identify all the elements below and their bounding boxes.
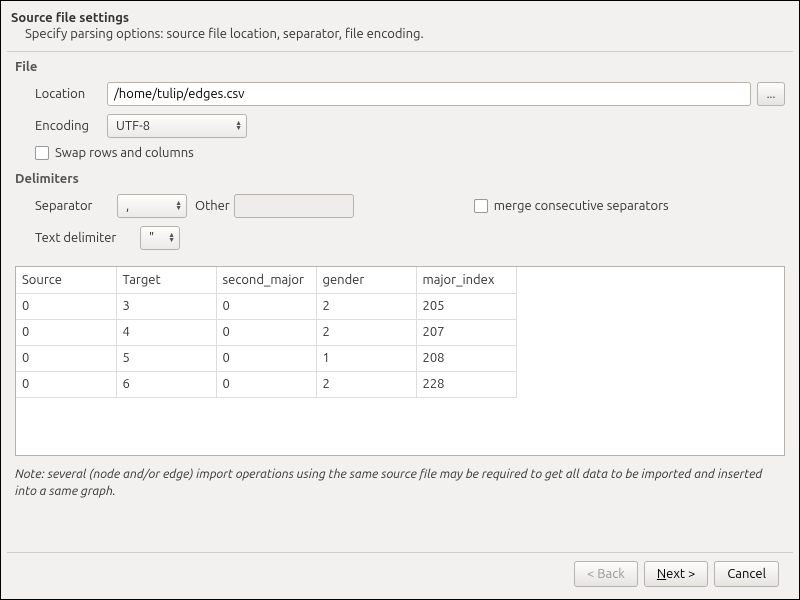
- merge-label: merge consecutive separators: [494, 199, 669, 213]
- table-cell: 0: [216, 293, 316, 319]
- separator-row: Separator , ▲▼ Other merge consecutive s…: [15, 194, 785, 218]
- preview-table: Source Target second_major gender major_…: [16, 267, 517, 398]
- encoding-row: Encoding UTF-8 ▲▼: [15, 114, 785, 138]
- back-button[interactable]: < Back: [574, 561, 638, 587]
- encoding-label: Encoding: [35, 119, 107, 133]
- table-cell: 1: [316, 345, 416, 371]
- encoding-combo[interactable]: UTF-8 ▲▼: [107, 114, 247, 138]
- table-cell: 6: [116, 371, 216, 397]
- table-cell: 2: [316, 319, 416, 345]
- table-row: 0602228: [16, 371, 516, 397]
- col-header: gender: [316, 267, 416, 293]
- table-cell: 0: [16, 371, 116, 397]
- separator-combo[interactable]: , ▲▼: [117, 194, 187, 218]
- chevron-updown-icon: ▲▼: [235, 121, 242, 131]
- chevron-updown-icon: ▲▼: [175, 201, 182, 211]
- table-cell: 5: [116, 345, 216, 371]
- swap-row: Swap rows and columns: [15, 146, 785, 160]
- table-cell: 205: [416, 293, 516, 319]
- preview-table-wrap: Source Target second_major gender major_…: [15, 266, 785, 456]
- chevron-updown-icon: ▲▼: [168, 233, 175, 243]
- col-header: Target: [116, 267, 216, 293]
- other-separator-input[interactable]: [234, 194, 354, 218]
- table-cell: 208: [416, 345, 516, 371]
- browse-button[interactable]: ...: [757, 82, 785, 106]
- dialog-header: Source file settings Specify parsing opt…: [1, 1, 799, 51]
- location-row: Location ...: [15, 82, 785, 106]
- next-button[interactable]: Next >: [644, 561, 708, 587]
- table-header-row: Source Target second_major gender major_…: [16, 267, 516, 293]
- file-section-title: File: [15, 60, 785, 74]
- table-cell: 2: [316, 293, 416, 319]
- col-header: Source: [16, 267, 116, 293]
- table-cell: 0: [216, 319, 316, 345]
- file-section: File Location ... Encoding UTF-8 ▲▼ Swap…: [1, 52, 799, 172]
- table-row: 0302205: [16, 293, 516, 319]
- col-header: major_index: [416, 267, 516, 293]
- col-header: second_major: [216, 267, 316, 293]
- separator-label: Separator: [35, 199, 117, 213]
- table-cell: 0: [16, 293, 116, 319]
- table-cell: 207: [416, 319, 516, 345]
- dialog-title: Source file settings: [11, 11, 785, 25]
- table-cell: 3: [116, 293, 216, 319]
- delimiters-section: Delimiters Separator , ▲▼ Other merge co…: [1, 172, 799, 262]
- text-delim-label: Text delimiter: [35, 231, 140, 245]
- location-input[interactable]: [107, 82, 751, 106]
- merge-checkbox[interactable]: [474, 199, 488, 213]
- note-text: Note: several (node and/or edge) import …: [1, 460, 799, 506]
- dialog-footer: < Back Next > Cancel: [7, 552, 793, 599]
- table-row: 0501208: [16, 345, 516, 371]
- table-row: 0402207: [16, 319, 516, 345]
- table-cell: 2: [316, 371, 416, 397]
- table-cell: 0: [16, 319, 116, 345]
- table-cell: 0: [216, 345, 316, 371]
- text-delim-combo[interactable]: " ▲▼: [140, 226, 180, 250]
- table-cell: 0: [16, 345, 116, 371]
- text-delim-row: Text delimiter " ▲▼: [15, 226, 785, 250]
- table-cell: 228: [416, 371, 516, 397]
- swap-label: Swap rows and columns: [55, 146, 194, 160]
- table-cell: 4: [116, 319, 216, 345]
- other-label: Other: [195, 199, 230, 213]
- table-cell: 0: [216, 371, 316, 397]
- delimiters-section-title: Delimiters: [15, 172, 785, 186]
- merge-wrap: merge consecutive separators: [474, 199, 669, 213]
- cancel-button[interactable]: Cancel: [714, 561, 779, 587]
- swap-checkbox[interactable]: [35, 146, 49, 160]
- location-label: Location: [35, 87, 107, 101]
- dialog-subtitle: Specify parsing options: source file loc…: [11, 27, 785, 41]
